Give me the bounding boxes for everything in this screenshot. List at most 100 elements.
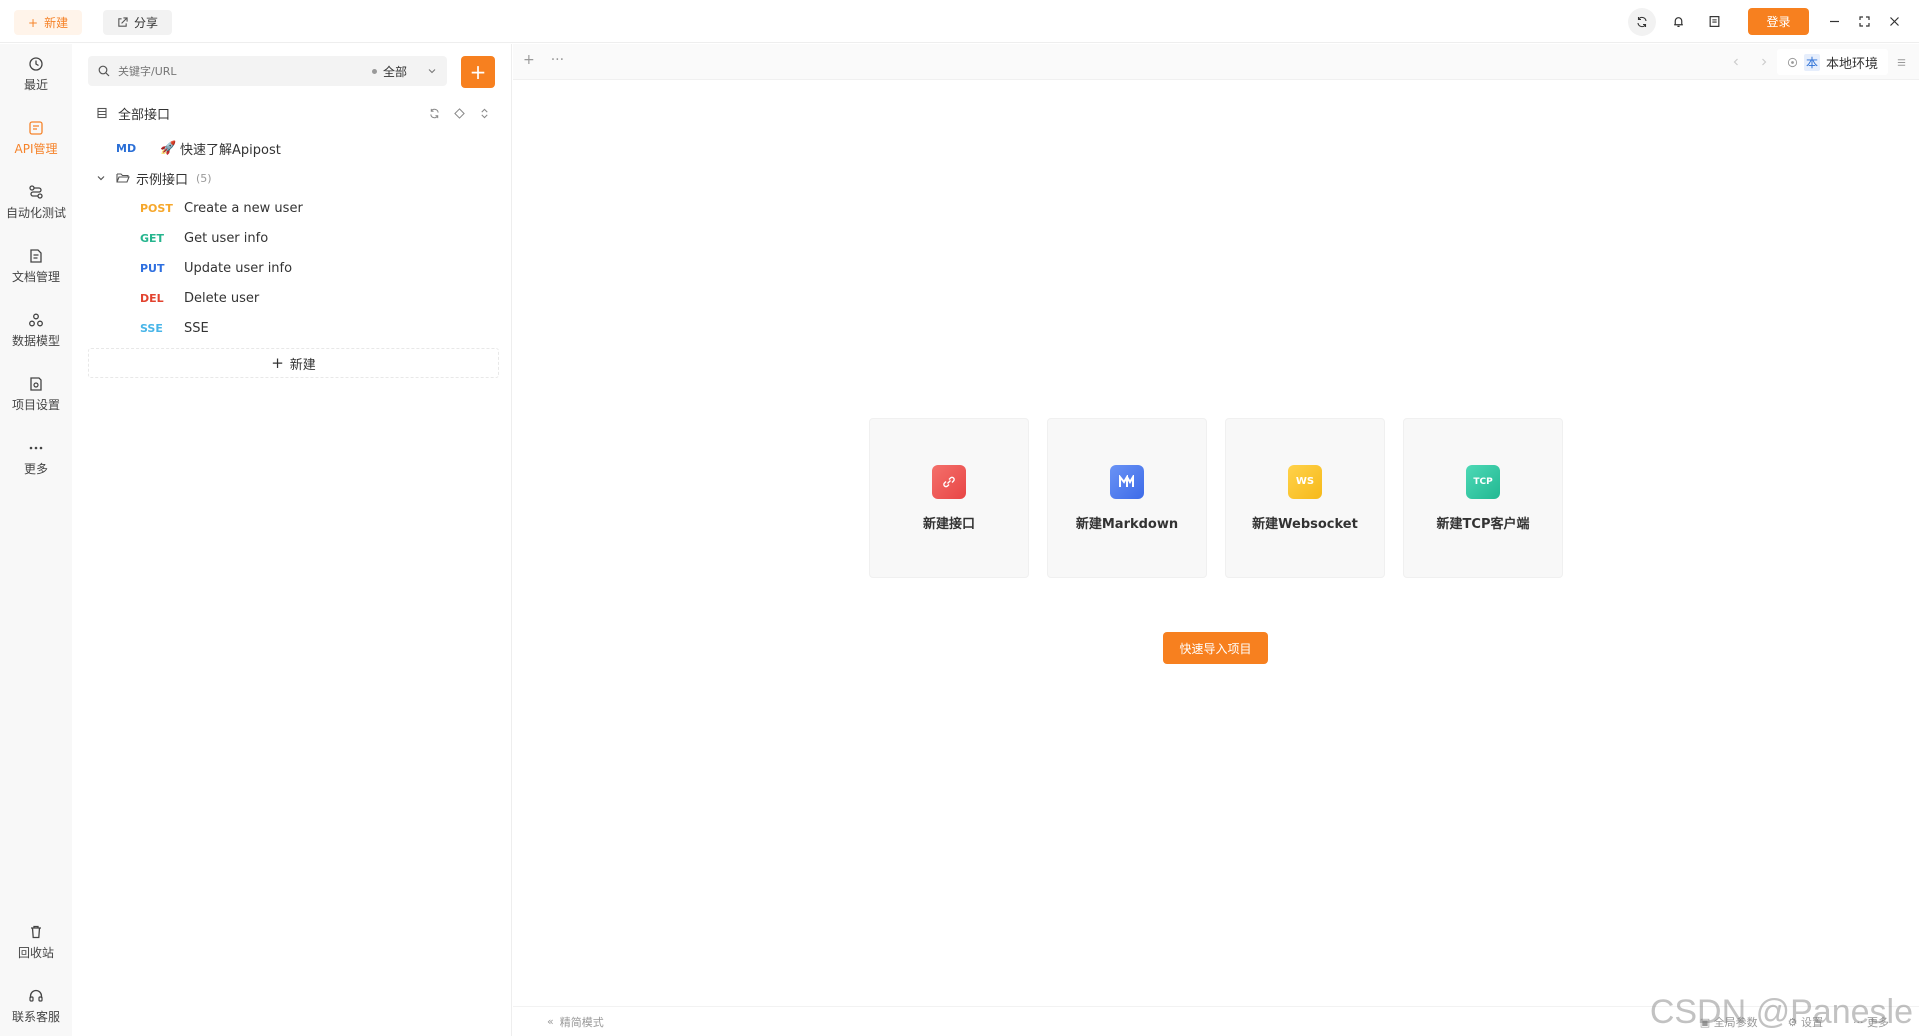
quick-create-cards: 新建接口 新建Markdown WS 新建Websocket TCP 新建TCP… (869, 418, 1563, 578)
add-api-button[interactable]: + (461, 56, 495, 88)
plus-icon: + (271, 354, 284, 372)
chevron-down-icon (428, 69, 436, 74)
tab-more-icon[interactable]: ··· (551, 52, 564, 68)
search-input[interactable] (118, 64, 368, 78)
trash-icon (31, 925, 41, 939)
env-selector[interactable]: 本 本地环境 (1776, 49, 1888, 75)
quick-import-button[interactable]: 快速导入项目 (1163, 632, 1268, 664)
minimize-icon[interactable] (1821, 9, 1847, 35)
nav-data-model[interactable]: 数据模型 (0, 312, 72, 349)
scope-select[interactable]: 全部 (371, 56, 437, 86)
nav-recent[interactable]: 最近 (0, 56, 72, 93)
add-tab-icon[interactable]: + (523, 52, 535, 68)
notes-icon[interactable] (1700, 8, 1728, 36)
method-badge: SSE (140, 321, 163, 335)
tree-new-label: 新建 (289, 357, 316, 373)
nav-automation[interactable]: 自动化测试 (0, 184, 72, 221)
list-item-api[interactable]: PUT Update user info (140, 255, 292, 281)
document-icon (30, 249, 42, 263)
list-item-api[interactable]: POST Create a new user (140, 195, 303, 221)
env-area: 本 本地环境 (1731, 49, 1907, 75)
tcp-icon: TCP (1466, 464, 1500, 499)
login-button[interactable]: 登录 (1748, 8, 1809, 35)
tree-new-button[interactable]: + 新建 (88, 348, 499, 378)
list-item-api[interactable]: SSE SSE (140, 315, 209, 341)
automation-icon (29, 185, 43, 199)
plus-icon: + (469, 60, 487, 84)
list-item-md[interactable]: MD 🚀 快速了解Apipost (116, 135, 281, 161)
method-badge: DEL (140, 291, 164, 305)
api-icon (29, 121, 43, 135)
nav-more[interactable]: 更多 (0, 440, 72, 477)
markdown-icon (1110, 464, 1144, 499)
plus-icon: + (28, 15, 39, 30)
share-icon (118, 17, 128, 27)
chevron-down-icon (97, 176, 105, 181)
list-item-api[interactable]: DEL Delete user (140, 285, 259, 311)
tab-tools: + ··· (523, 52, 564, 68)
method-badge: GET (140, 231, 165, 245)
tab-bar: + ··· 本 本地环境 (513, 44, 1919, 80)
all-apis-row[interactable]: 全部接口 (96, 100, 496, 126)
nav-trash[interactable]: 回收站 (0, 924, 72, 961)
folder-count: (5) (196, 171, 212, 185)
websocket-icon: WS (1288, 464, 1322, 499)
more-icon (29, 446, 43, 450)
share-button-label: 分享 (134, 16, 159, 30)
all-apis-label: 全部接口 (118, 107, 171, 123)
nav-automation-label: 自动化测试 (5, 206, 66, 220)
share-button[interactable]: 分享 (103, 10, 173, 35)
chevron-right-icon[interactable] (1759, 57, 1769, 67)
new-markdown-card[interactable]: 新建Markdown (1047, 418, 1207, 578)
nav-more-label: 更多 (23, 462, 48, 476)
new-tcp-card[interactable]: TCP 新建TCP客户端 (1403, 418, 1563, 578)
list-item-name: 快速了解Apipost (180, 142, 281, 158)
expand-collapse-icon[interactable] (479, 108, 490, 119)
nav-docs[interactable]: 文档管理 (0, 248, 72, 285)
method-badge: POST (140, 201, 173, 215)
scope-dot-icon (371, 68, 377, 74)
api-link-icon (932, 464, 966, 499)
card-label: 新建接口 (922, 516, 975, 532)
sync-icon[interactable] (1628, 7, 1656, 36)
nav-data-model-label: 数据模型 (11, 334, 60, 348)
new-websocket-card[interactable]: WS 新建Websocket (1225, 418, 1385, 578)
method-badge: MD (116, 141, 137, 155)
card-label: 新建Websocket (1252, 516, 1358, 532)
new-api-card[interactable]: 新建接口 (869, 418, 1029, 578)
new-button-label: 新建 (44, 16, 69, 30)
env-tag: 本 (1803, 53, 1820, 71)
list-item-name: Create a new user (184, 200, 303, 216)
chevron-left-icon[interactable] (1731, 57, 1741, 67)
nav-api-label: API管理 (14, 142, 58, 156)
simple-mode-toggle[interactable]: « 精简模式 (547, 1014, 604, 1030)
left-nav: 最近 API管理 自动化测试 文档管理 数据模型 项目设置 更多 回收站 联系客… (0, 44, 72, 1036)
list-item-name: Get user info (184, 230, 269, 246)
top-right-tools: 登录 (1620, 0, 1919, 43)
project-settings-icon (30, 377, 42, 391)
list-item-api[interactable]: GET Get user info (140, 225, 268, 251)
env-name: 本地环境 (1825, 56, 1878, 72)
nav-project-settings[interactable]: 项目设置 (0, 376, 72, 413)
top-bar: + 新建 分享 登录 (0, 0, 1919, 43)
menu-icon[interactable] (1896, 57, 1907, 68)
list-item-name: SSE (184, 320, 209, 336)
list-item-name: Delete user (184, 290, 260, 306)
locate-icon[interactable] (454, 107, 465, 119)
nav-support[interactable]: 联系客服 (0, 988, 72, 1025)
refresh-icon[interactable] (429, 108, 440, 119)
new-button[interactable]: + 新建 (14, 10, 83, 35)
search-icon (98, 65, 110, 77)
maximize-icon[interactable] (1851, 9, 1877, 35)
api-tree-panel: 全部 + 全部接口 MD 🚀 快速了解Apipost 示例接口 (5) POST… (72, 44, 512, 1036)
nav-docs-label: 文档管理 (11, 270, 60, 284)
card-label: 新建Markdown (1075, 516, 1179, 532)
close-icon[interactable] (1881, 9, 1907, 35)
list-item-name: Update user info (184, 260, 293, 276)
nav-api-management[interactable]: API管理 (0, 120, 72, 157)
nav-project-settings-label: 项目设置 (11, 398, 60, 412)
folder-row[interactable]: 示例接口 (5) (96, 165, 212, 191)
tree-tools (429, 107, 490, 119)
bell-icon[interactable] (1664, 8, 1692, 36)
headset-icon (29, 989, 43, 1002)
